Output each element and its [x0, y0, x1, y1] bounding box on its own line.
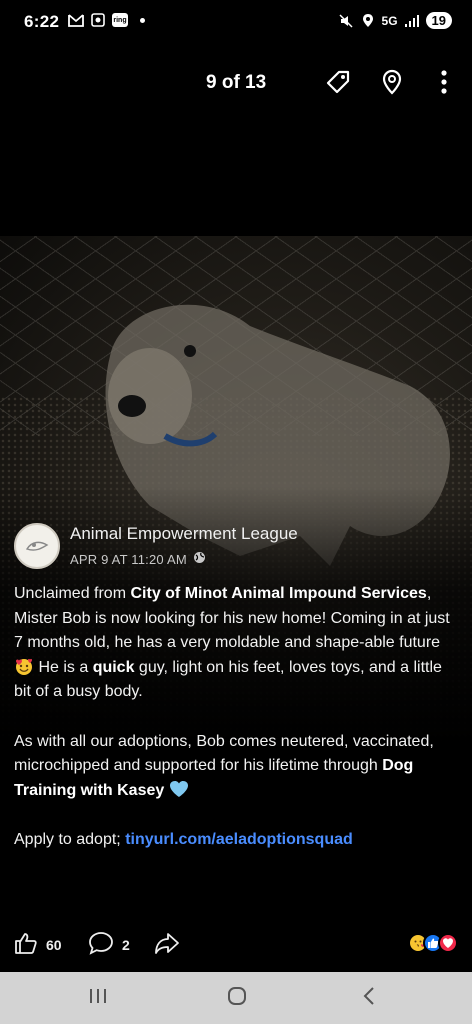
back-chevron-icon — [361, 985, 377, 1012]
page-name[interactable]: Animal Empowerment League — [70, 524, 298, 544]
system-navigation-bar — [0, 972, 472, 1024]
globe-icon — [193, 551, 206, 567]
bold-text: quick — [92, 658, 135, 676]
more-options-button[interactable] — [428, 68, 460, 100]
share-button[interactable] — [154, 931, 180, 958]
text: As with all our adoptions, Bob comes neu… — [14, 732, 434, 775]
status-time: 6:22 — [24, 12, 60, 31]
more-vertical-icon — [440, 69, 448, 100]
adoption-link[interactable]: tinyurl.com/aeladoptionsquad — [125, 831, 353, 848]
share-icon — [154, 931, 180, 958]
post-timestamp[interactable]: APR 9 AT 11:20 AM — [70, 552, 187, 567]
thumbs-up-icon — [14, 931, 38, 958]
post-paragraph-2: As with all our adoptions, Bob comes neu… — [14, 730, 460, 804]
network-label: 5G — [381, 13, 398, 28]
photo-viewer-header: 9 of 13 — [0, 62, 472, 106]
love-reaction-icon — [438, 933, 458, 953]
light-blue-heart-emoji — [169, 780, 189, 798]
screenshot-icon — [90, 12, 106, 28]
location-status-icon — [360, 13, 376, 29]
tag-icon — [324, 68, 352, 101]
text: Unclaimed from — [14, 585, 131, 602]
status-bar: 6:22 ring 5G 19 — [0, 0, 472, 44]
battery-level: 19 — [425, 12, 452, 29]
ring-app-icon: ring — [112, 13, 128, 27]
smiling-face-with-hearts-emoji — [14, 657, 34, 675]
post-paragraph-3: Apply to adopt; tinyurl.com/aeladoptions… — [14, 828, 460, 853]
post-text: Unclaimed from City of Minot Animal Impo… — [14, 582, 460, 877]
like-count: 60 — [46, 936, 62, 953]
bold-text: City of Minot Animal Impound Services — [130, 585, 427, 602]
photo-counter: 9 of 13 — [206, 72, 267, 93]
location-pin-icon — [381, 69, 403, 100]
text: He is a — [34, 658, 93, 676]
back-button[interactable] — [354, 984, 384, 1012]
text: Apply to adopt; — [14, 830, 126, 848]
gmail-icon — [68, 12, 84, 28]
comment-button[interactable]: 2 — [88, 931, 130, 958]
tag-button[interactable] — [322, 68, 354, 100]
post-actions: 60 2 — [0, 925, 472, 961]
system-icons: 5G 19 — [338, 12, 452, 29]
recent-apps-icon — [87, 986, 109, 1011]
comment-count: 2 — [122, 936, 130, 953]
page-avatar[interactable] — [14, 523, 60, 569]
notification-icons: ring — [68, 12, 145, 28]
reaction-summary[interactable] — [408, 933, 458, 953]
mute-icon — [338, 13, 354, 29]
more-notifications-dot — [140, 17, 145, 23]
like-button[interactable]: 60 — [14, 931, 62, 958]
location-button[interactable] — [376, 68, 408, 100]
comment-icon — [88, 931, 114, 958]
home-button[interactable] — [222, 984, 252, 1012]
signal-icon — [404, 13, 420, 29]
post-meta: APR 9 AT 11:20 AM — [70, 551, 206, 567]
post-paragraph-1: Unclaimed from City of Minot Animal Impo… — [14, 582, 460, 705]
recent-apps-button[interactable] — [83, 984, 113, 1012]
home-icon — [226, 985, 248, 1012]
